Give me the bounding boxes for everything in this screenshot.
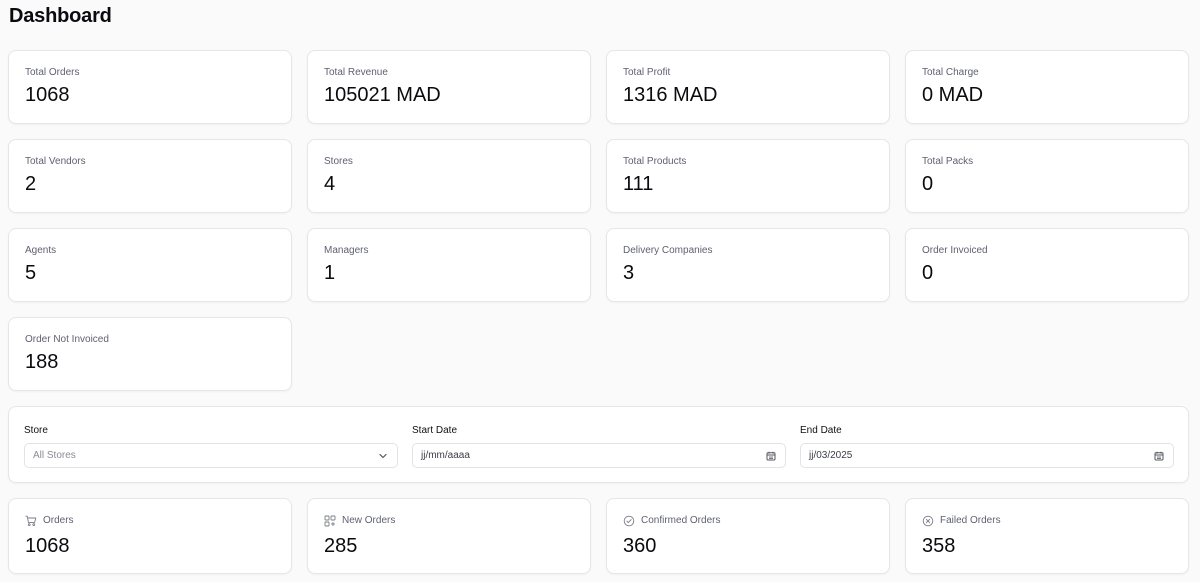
end-date-value: jj/03/2025 [809,450,853,461]
metric-value: 1068 [25,535,70,557]
metric-label: Orders [43,515,74,526]
stat-value: 0 MAD [922,84,984,106]
metric-header: Orders [25,515,275,527]
store-filter: Store All Stores [24,425,398,482]
stat-label: Order Not Invoiced [25,334,109,345]
metric-card-new-orders: New Orders 285 [307,498,591,574]
stat-label: Managers [324,245,369,256]
stat-label: Total Orders [25,67,80,78]
end-date-label: End Date [800,425,842,436]
stat-card-total-charge: Total Charge 0 MAD [905,50,1189,124]
stat-card-stores: Stores 4 [307,139,591,213]
metric-header: Confirmed Orders [623,515,873,527]
metric-card-confirmed-orders: Confirmed Orders 360 [606,498,890,574]
stat-value: 111 [623,173,654,195]
stat-label: Total Charge [922,67,979,78]
stat-card-order-invoiced: Order Invoiced 0 [905,228,1189,302]
stat-card-total-products: Total Products 111 [606,139,890,213]
stat-value: 105021 MAD [324,84,441,106]
metric-value: 360 [623,535,657,557]
stat-label: Total Vendors [25,156,86,167]
stat-card-total-vendors: Total Vendors 2 [8,139,292,213]
start-date-value: jj/mm/aaaa [421,450,470,461]
stat-card-delivery-companies: Delivery Companies 3 [606,228,890,302]
metric-card-orders: Orders 1068 [8,498,292,574]
stat-card-total-orders: Total Orders 1068 [8,50,292,124]
metric-label: Failed Orders [940,515,1001,526]
stat-card-managers: Managers 1 [307,228,591,302]
stat-label: Total Revenue [324,67,388,78]
store-select[interactable]: All Stores [24,443,398,468]
chevron-down-icon [377,450,389,462]
metric-header: New Orders [324,515,574,527]
stat-label: Agents [25,245,57,256]
start-date-input[interactable]: jj/mm/aaaa [412,443,786,468]
stat-card-total-revenue: Total Revenue 105021 MAD [307,50,591,124]
stat-value: 188 [25,351,59,373]
calendar-icon[interactable] [1153,450,1165,462]
start-date-filter: Start Date jj/mm/aaaa [412,425,786,482]
stat-card-total-packs: Total Packs 0 [905,139,1189,213]
stat-value: 0 [922,262,934,284]
stat-label: Total Profit [623,67,671,78]
stat-label: Delivery Companies [623,245,713,256]
start-date-label: Start Date [412,425,458,436]
stat-value: 0 [922,173,934,195]
stat-card-agents: Agents 5 [8,228,292,302]
metrics-grid: Orders 1068 New Orders 285 Confirmed Ord… [8,498,1189,574]
stat-value: 4 [324,173,336,195]
metric-label: Confirmed Orders [641,515,721,526]
stat-card-order-not-invoiced: Order Not Invoiced 188 [8,317,292,391]
calendar-icon[interactable] [765,450,777,462]
store-select-value: All Stores [33,450,76,461]
metric-value: 358 [922,535,956,557]
stat-value: 1068 [25,84,70,106]
store-filter-label: Store [24,425,48,436]
stat-value: 1 [324,262,336,284]
end-date-filter: End Date jj/03/2025 [800,425,1174,482]
stat-value: 3 [623,262,635,284]
filters-panel: Store All Stores Start Date jj/mm/aaaa E… [8,406,1189,483]
dashboard-page: Dashboard Total Orders 1068 Total Revenu… [0,0,1200,582]
cart-icon [25,515,37,527]
metric-card-failed-orders: Failed Orders 358 [905,498,1189,574]
metric-label: New Orders [342,515,396,526]
check-circle-icon [623,515,635,527]
metric-value: 285 [324,535,358,557]
stat-label: Total Products [623,156,687,167]
end-date-input[interactable]: jj/03/2025 [800,443,1174,468]
stat-value: 2 [25,173,37,195]
stat-label: Stores [324,156,353,167]
stat-label: Total Packs [922,156,974,167]
stat-value: 1316 MAD [623,84,718,106]
x-circle-icon [922,515,934,527]
grid-plus-icon [324,515,336,527]
metric-header: Failed Orders [922,515,1172,527]
stat-label: Order Invoiced [922,245,988,256]
stats-grid: Total Orders 1068 Total Revenue 105021 M… [8,50,1189,391]
page-title: Dashboard [9,5,112,27]
stat-value: 5 [25,262,37,284]
stat-card-total-profit: Total Profit 1316 MAD [606,50,890,124]
